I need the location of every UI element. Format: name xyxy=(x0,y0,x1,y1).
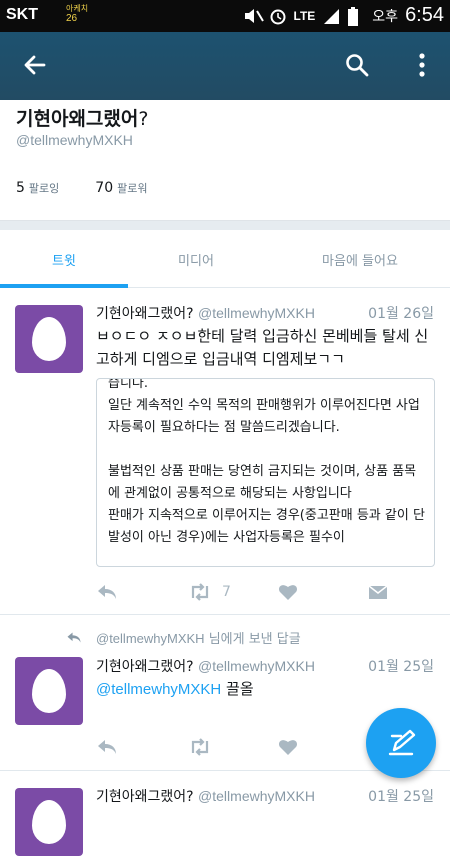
tweet-header: 기현아왜그랬어? @tellmewhyMXKH xyxy=(96,786,315,806)
reply-context: @tellmewhyMXKH 님에게 보낸 답글 xyxy=(66,628,301,647)
tab-likes[interactable]: 마음에 들어요 xyxy=(290,250,430,269)
tweet-author-handle: @tellmewhyMXKH xyxy=(198,788,315,804)
tweet-image-text: 습니다. 일단 계속적인 수익 목적의 판매행위가 이루어진다면 사업자등록이 … xyxy=(108,378,425,545)
app-bar xyxy=(0,32,450,100)
search-icon[interactable] xyxy=(344,52,370,82)
compose-tweet-icon xyxy=(388,729,416,756)
tweet-date: 01월 25일 xyxy=(368,789,434,805)
more-vertical-icon[interactable] xyxy=(412,52,432,82)
dm-button[interactable] xyxy=(368,583,388,601)
following-stat[interactable]: 5 팔로잉 xyxy=(16,180,59,196)
following-label: 팔로잉 xyxy=(28,182,60,195)
avatar[interactable] xyxy=(15,657,83,725)
reply-icon xyxy=(67,632,81,643)
tweet-item[interactable]: 기현아왜그랬어? @tellmewhyMXKH 01월 25일 xyxy=(0,772,450,856)
section-divider xyxy=(0,220,450,230)
tweet-text: @tellmewhyMXKH 끌올 xyxy=(96,678,441,701)
egg-icon xyxy=(32,669,66,713)
tweet-image-card[interactable]: 습니다. 일단 계속적인 수익 목적의 판매행위가 이루어진다면 사업자등록이 … xyxy=(96,378,435,567)
profile-name-suffix: ? xyxy=(138,108,149,130)
heart-icon xyxy=(278,740,298,755)
retweet-icon xyxy=(191,583,209,601)
egg-icon xyxy=(32,317,66,361)
tweet-header: 기현아왜그랬어? @tellmewhyMXKH xyxy=(96,303,315,323)
tweet-author-handle: @tellmewhyMXKH xyxy=(198,658,315,674)
followers-stat[interactable]: 70 팔로워 xyxy=(95,180,147,196)
active-tab-indicator xyxy=(0,284,128,288)
retweet-button[interactable] xyxy=(188,738,212,756)
weather-temp: 26 xyxy=(66,13,78,24)
reply-button[interactable] xyxy=(96,583,118,601)
envelope-icon xyxy=(368,585,388,599)
ampm-label: 오후 xyxy=(372,7,399,24)
followers-count: 70 xyxy=(95,180,114,196)
tweet-actions xyxy=(96,738,396,762)
profile-header: 기현아왜그랬어? @tellmewhyMXKH 5 팔로잉 70 팔로워 xyxy=(0,100,450,220)
alarm-icon xyxy=(269,7,287,25)
network-type: LTE xyxy=(293,8,316,23)
tweet-item[interactable]: 기현아왜그랬어? @tellmewhyMXKH 01월 26일 ㅂㅇㄷㅇ ㅈㅇㅂ… xyxy=(0,289,450,615)
tab-tweets[interactable]: 트윗 xyxy=(0,250,128,269)
profile-name: 기현아왜그랬어? xyxy=(16,104,148,131)
replied-handle[interactable]: @tellmewhyMXKH xyxy=(96,631,205,646)
tweet-date: 01월 26일 xyxy=(368,306,434,322)
clock: 6:54 xyxy=(405,4,444,26)
tweet-text: ㅂㅇㄷㅇ ㅈㅇㅂ한테 달력 입금하신 몬베베들 탈세 신고하게 디엠으로 입금내… xyxy=(96,327,429,368)
tweet-author-name: 기현아왜그랬어? xyxy=(96,789,194,805)
tab-media[interactable]: 미디어 xyxy=(130,250,262,269)
profile-tabs: 트윗 미디어 마음에 들어요 xyxy=(0,230,450,288)
egg-icon xyxy=(32,800,66,844)
back-arrow-icon[interactable] xyxy=(22,52,48,82)
retweet-count: 7 xyxy=(222,584,231,600)
like-button[interactable] xyxy=(278,738,298,756)
tweet-author-name: 기현아왜그랬어? xyxy=(96,659,194,675)
profile-stats: 5 팔로잉 70 팔로워 xyxy=(16,180,148,196)
like-button[interactable] xyxy=(278,583,298,601)
reply-button[interactable] xyxy=(96,738,118,756)
reply-icon xyxy=(98,740,116,754)
following-count: 5 xyxy=(16,180,25,196)
signal-icon xyxy=(322,7,340,25)
status-bar: SKT 아케치 26 LTE 오후 6:54 xyxy=(0,0,450,32)
compose-tweet-button[interactable] xyxy=(366,708,436,778)
carrier-label: SKT xyxy=(6,6,38,23)
weather-widget: 아케치 26 xyxy=(66,4,88,24)
tweet-author-name: 기현아왜그랬어? xyxy=(96,306,194,322)
retweet-button[interactable]: 7 xyxy=(188,583,231,601)
replied-suffix: 님에게 보낸 답글 xyxy=(208,632,301,647)
profile-handle: @tellmewhyMXKH xyxy=(16,132,133,148)
avatar[interactable] xyxy=(15,305,83,373)
tweet-date: 01월 25일 xyxy=(368,659,434,675)
heart-icon xyxy=(278,585,298,600)
battery-icon xyxy=(347,6,365,26)
tweet-header: 기현아왜그랬어? @tellmewhyMXKH xyxy=(96,656,315,676)
tweet-author-handle: @tellmewhyMXKH xyxy=(198,305,315,321)
followers-label: 팔로워 xyxy=(117,182,148,195)
retweet-icon xyxy=(191,738,209,756)
tweet-actions: 7 xyxy=(96,583,396,607)
avatar[interactable] xyxy=(15,788,83,856)
tweet-mention[interactable]: @tellmewhyMXKH xyxy=(96,681,221,698)
tweet-text-content: 끌올 xyxy=(226,680,254,698)
status-icons: LTE 오후 6:54 xyxy=(244,4,444,27)
reply-icon xyxy=(98,585,116,599)
profile-name-text: 기현아왜그랬어 xyxy=(16,108,139,130)
mute-icon xyxy=(244,7,264,25)
